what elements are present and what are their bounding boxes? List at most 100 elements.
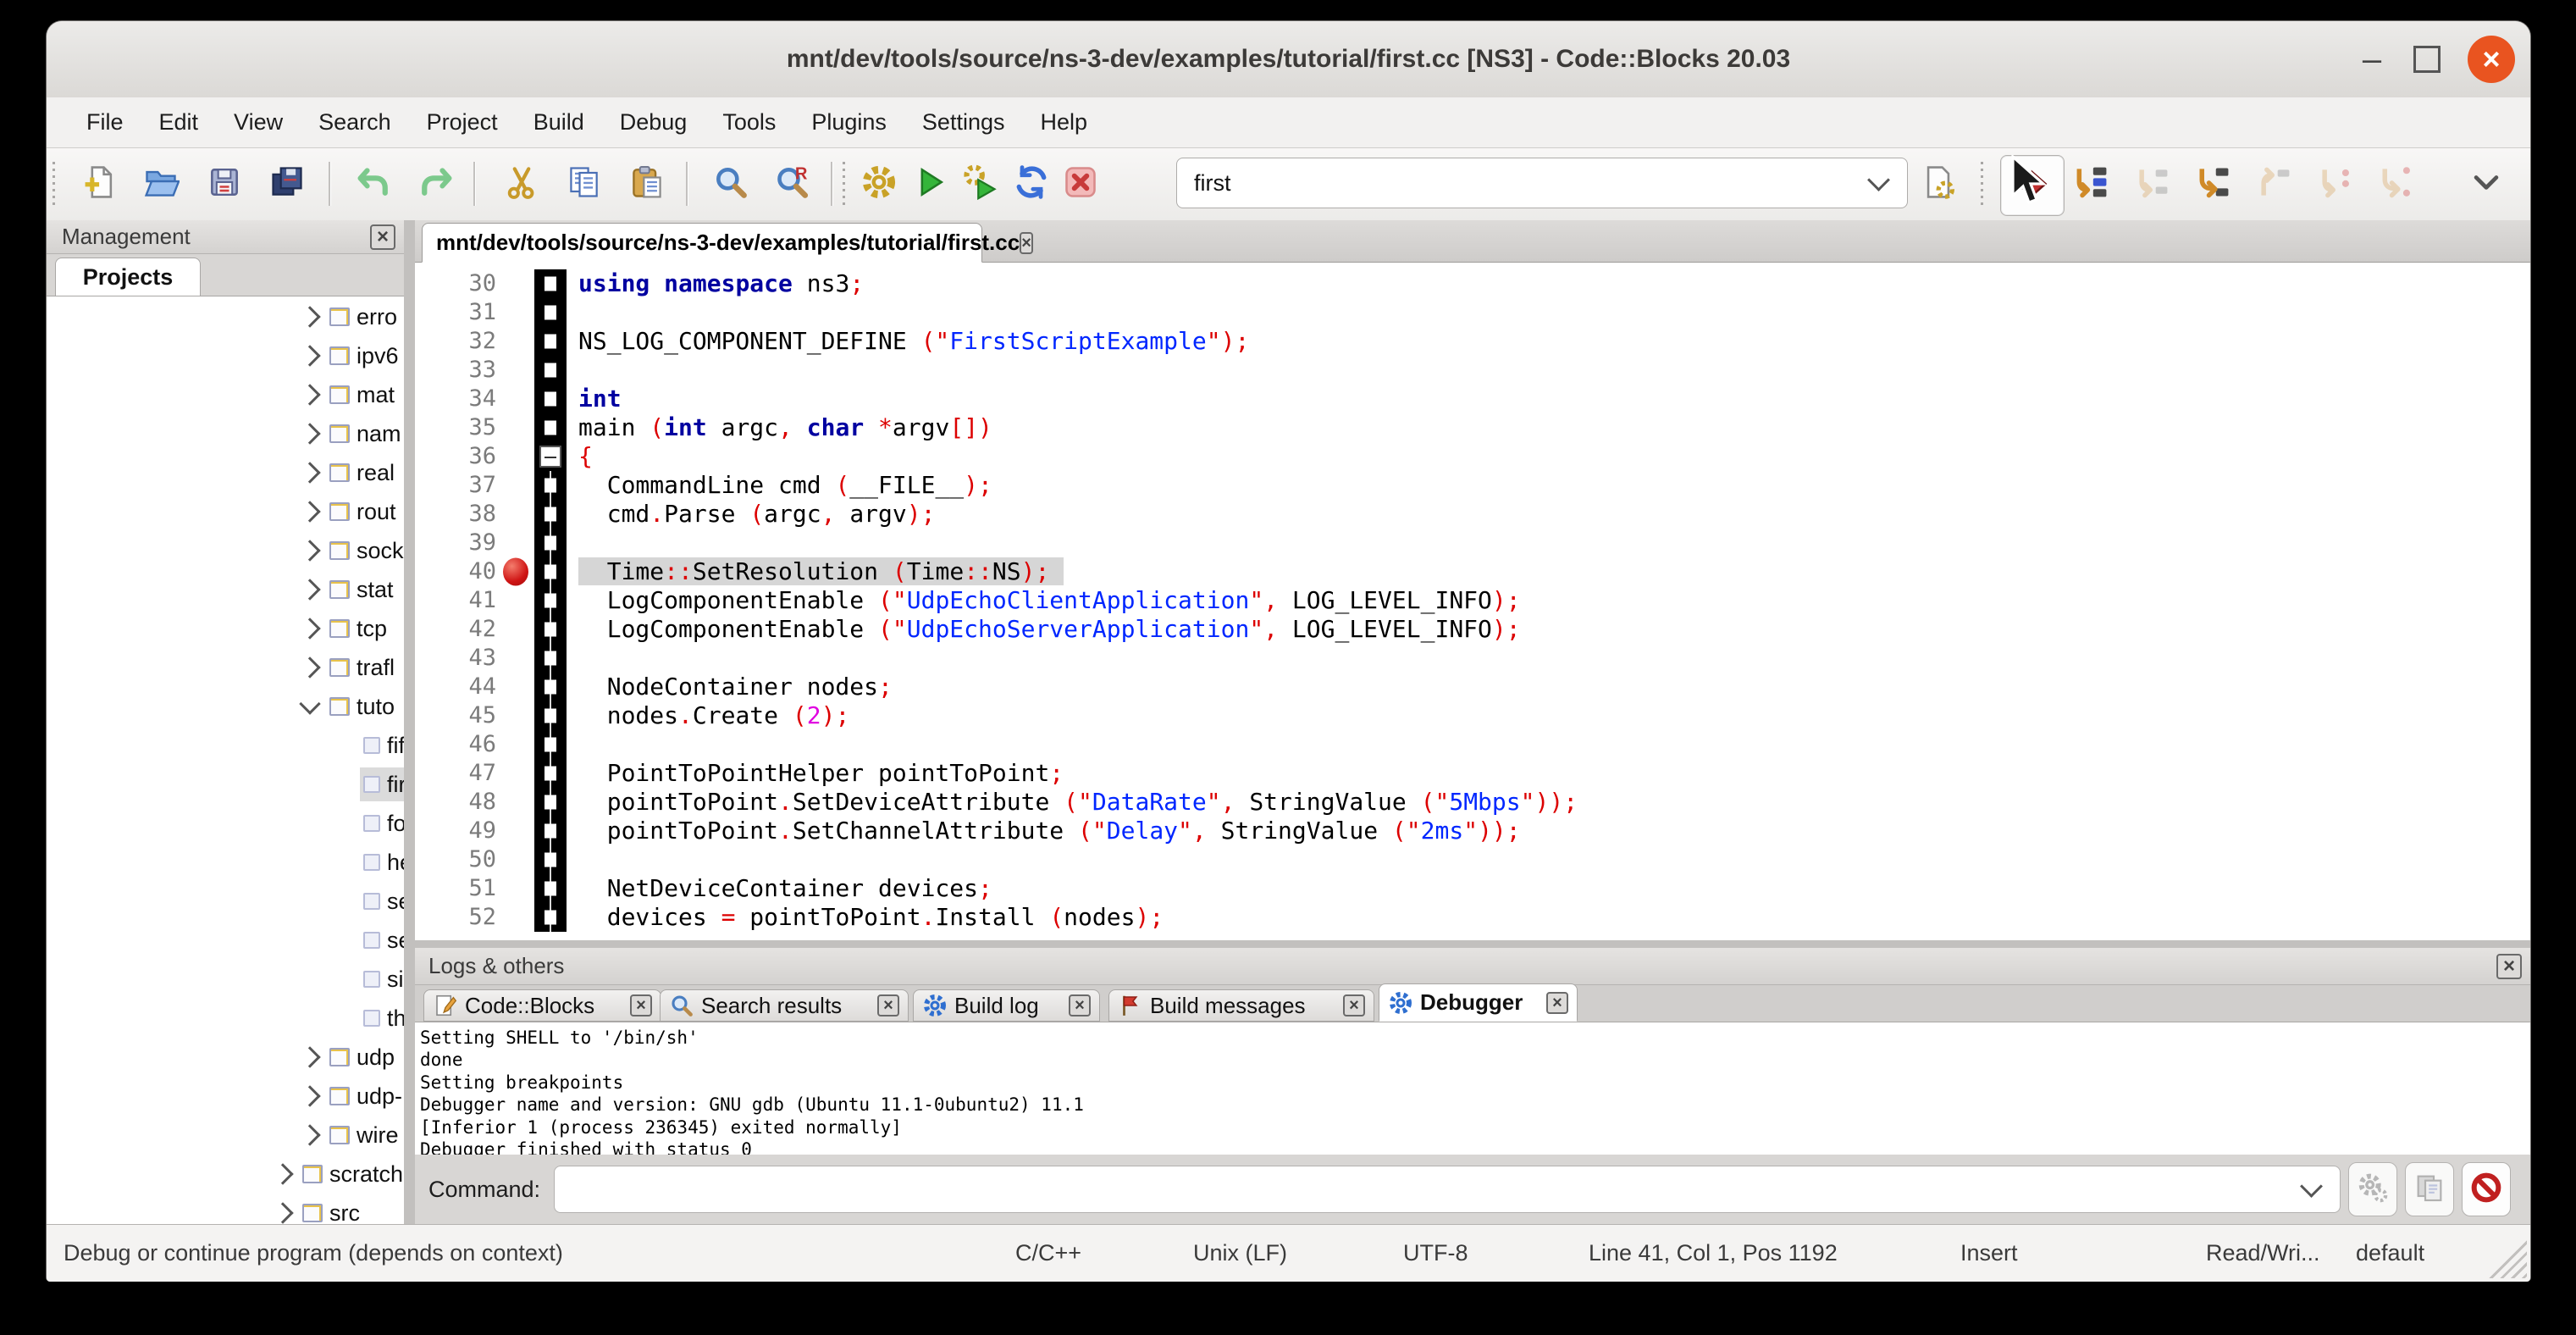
undo-button[interactable]: [350, 160, 397, 208]
tree-item-ipv6[interactable]: ipv6: [47, 336, 404, 375]
tree-item-tuto[interactable]: tuto: [47, 687, 404, 726]
chevron-right-icon[interactable]: [299, 306, 320, 327]
code-editor[interactable]: 30using namespace ns3;3132NS_LOG_COMPONE…: [415, 263, 2530, 947]
build-target-combo[interactable]: first: [1176, 158, 1908, 208]
logs-tab-build-messages[interactable]: Build messages×: [1108, 989, 1374, 1022]
chevron-right-icon[interactable]: [299, 540, 320, 561]
tree-item-trafl[interactable]: trafl: [47, 648, 404, 687]
close-icon[interactable]: ×: [2468, 36, 2515, 83]
tree-item-fif[interactable]: fif: [47, 726, 404, 765]
horizontal-splitter[interactable]: [415, 940, 2530, 948]
chevron-right-icon[interactable]: [299, 1085, 320, 1106]
tree-item-se[interactable]: se: [47, 921, 404, 960]
chevron-down-icon[interactable]: [299, 693, 320, 714]
tree-item-src[interactable]: src: [47, 1194, 404, 1224]
tree-item-mat[interactable]: mat: [47, 375, 404, 414]
close-icon[interactable]: ×: [370, 224, 395, 250]
fold-collapse-icon[interactable]: [539, 446, 561, 468]
chevron-down-icon[interactable]: [1867, 169, 1890, 191]
replace-button[interactable]: R: [770, 160, 817, 208]
compile-file-button[interactable]: [1915, 160, 1962, 208]
run-button[interactable]: [906, 160, 954, 208]
tab-projects[interactable]: Projects: [55, 258, 201, 296]
toolbar-grip[interactable]: [841, 162, 848, 206]
editor-tab-first-cc[interactable]: mnt/dev/tools/source/ns-3-dev/examples/t…: [422, 223, 982, 263]
tree-item-udp[interactable]: udp: [47, 1038, 404, 1077]
close-icon[interactable]: ×: [1069, 994, 1091, 1016]
logs-tab-code-blocks[interactable]: Code::Blocks×: [423, 989, 661, 1022]
chevron-right-icon[interactable]: [272, 1163, 293, 1184]
tree-item-se[interactable]: se: [47, 882, 404, 921]
abort-button[interactable]: [1057, 160, 1104, 208]
open-file-button[interactable]: [137, 160, 185, 208]
menu-item-plugins[interactable]: Plugins: [793, 102, 904, 142]
close-icon[interactable]: ×: [630, 994, 652, 1016]
redo-button[interactable]: [412, 160, 460, 208]
chevron-right-icon[interactable]: [299, 345, 320, 366]
vertical-splitter[interactable]: [404, 220, 415, 1224]
close-icon[interactable]: ×: [1546, 992, 1568, 1014]
close-icon[interactable]: ×: [1343, 994, 1365, 1016]
titlebar[interactable]: mnt/dev/tools/source/ns-3-dev/examples/t…: [47, 21, 2530, 98]
maximize-icon[interactable]: [2413, 46, 2441, 73]
step-into-instruction-button[interactable]: [2373, 160, 2420, 208]
cut-button[interactable]: [498, 160, 545, 208]
menu-item-debug[interactable]: Debug: [602, 102, 705, 142]
menu-item-help[interactable]: Help: [1022, 102, 1105, 142]
chevron-right-icon[interactable]: [299, 423, 320, 444]
tree-item-rout[interactable]: rout: [47, 492, 404, 531]
save-button[interactable]: [201, 160, 248, 208]
chevron-right-icon[interactable]: [299, 656, 320, 678]
menu-item-view[interactable]: View: [216, 102, 301, 142]
tree-item-erro[interactable]: erro: [47, 297, 404, 336]
menu-item-project[interactable]: Project: [409, 102, 516, 142]
tree-item-nam[interactable]: nam: [47, 414, 404, 453]
tree-item-fo[interactable]: fo: [47, 804, 404, 843]
close-icon[interactable]: ×: [877, 994, 899, 1016]
resize-grip[interactable]: [2483, 1234, 2527, 1278]
tree-item-sock[interactable]: sock: [47, 531, 404, 570]
tree-item-six[interactable]: six: [47, 960, 404, 999]
chevron-right-icon[interactable]: [299, 1046, 320, 1067]
new-file-button[interactable]: [76, 160, 124, 208]
toolbar-grip[interactable]: [51, 162, 58, 206]
tree-item-th[interactable]: th: [47, 999, 404, 1038]
tree-item-stat[interactable]: stat: [47, 570, 404, 609]
close-icon[interactable]: ×: [2496, 954, 2522, 979]
stop-red-button[interactable]: [2462, 1162, 2511, 1216]
menu-item-settings[interactable]: Settings: [904, 102, 1023, 142]
tree-item-fir[interactable]: fir: [47, 765, 404, 804]
menu-item-tools[interactable]: Tools: [705, 102, 793, 142]
copy-gray-button[interactable]: [2405, 1162, 2454, 1216]
command-input[interactable]: [554, 1166, 2341, 1213]
build-and-run-button[interactable]: [957, 160, 1004, 208]
toolbar-grip[interactable]: [1979, 162, 1986, 206]
rebuild-button[interactable]: [1008, 160, 1055, 208]
chevron-right-icon[interactable]: [299, 384, 320, 405]
chevron-right-icon[interactable]: [299, 1124, 320, 1145]
chevron-right-icon[interactable]: [299, 618, 320, 639]
chevron-right-icon[interactable]: [272, 1202, 293, 1223]
chevron-right-icon[interactable]: [299, 579, 320, 600]
tree-item-udp-[interactable]: udp-: [47, 1077, 404, 1116]
paste-button[interactable]: [623, 160, 671, 208]
tree-item-wire[interactable]: wire: [47, 1116, 404, 1155]
logs-tab-search-results[interactable]: Search results×: [660, 989, 909, 1022]
next-line-button[interactable]: [2129, 160, 2176, 208]
tree-item-he[interactable]: he: [47, 843, 404, 882]
copy-button[interactable]: [561, 160, 608, 208]
tree-item-real[interactable]: real: [47, 453, 404, 492]
minimize-icon[interactable]: –: [2358, 45, 2386, 74]
close-icon[interactable]: ×: [1020, 232, 1033, 254]
toolbar-overflow-button[interactable]: [2469, 160, 2503, 208]
logs-tab-build-log[interactable]: Build log×: [913, 989, 1100, 1022]
build-button[interactable]: [855, 160, 903, 208]
menu-item-edit[interactable]: Edit: [141, 102, 217, 142]
find-button[interactable]: [707, 160, 755, 208]
breakpoint-icon[interactable]: [503, 558, 528, 586]
save-all-button[interactable]: [263, 160, 311, 208]
logs-tab-debugger[interactable]: Debugger×: [1379, 983, 1578, 1022]
step-into-button[interactable]: [2190, 160, 2237, 208]
tree-item-tcp[interactable]: tcp: [47, 609, 404, 648]
next-instruction-button[interactable]: [2312, 160, 2359, 208]
